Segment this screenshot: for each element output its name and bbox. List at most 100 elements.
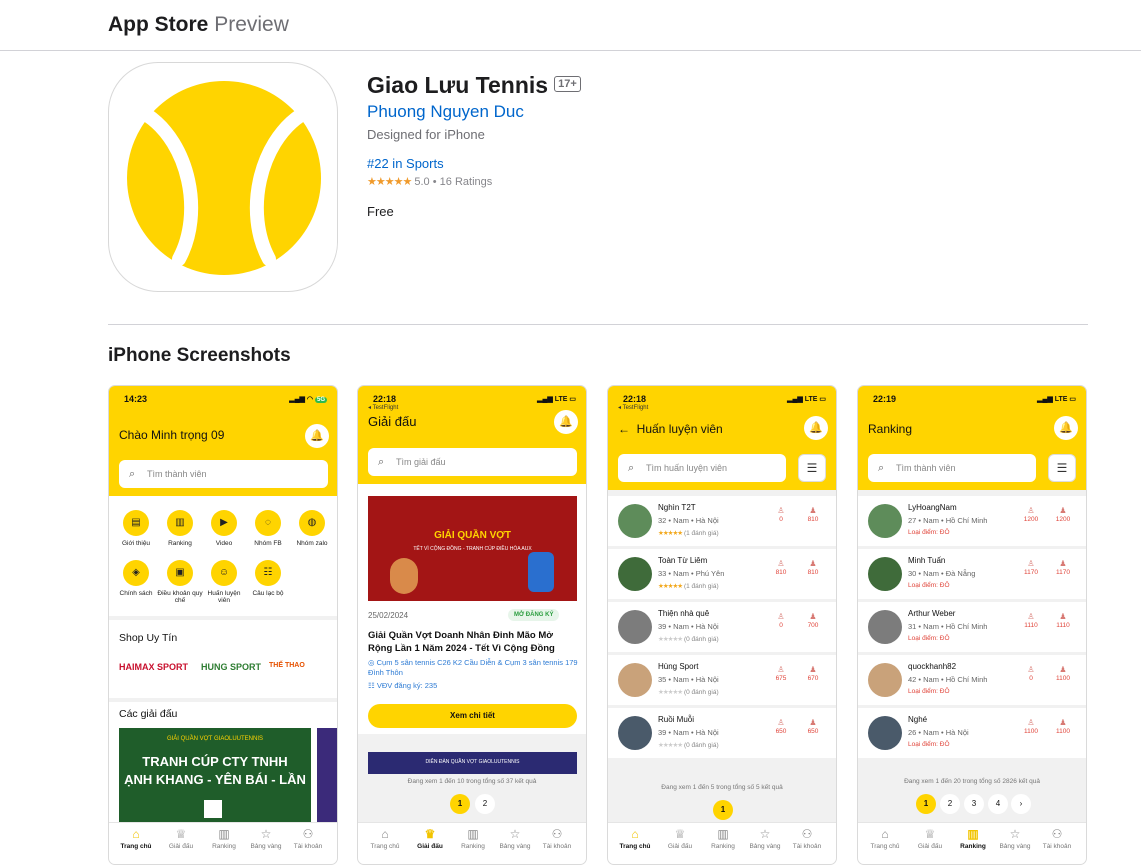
tab-bang-vang[interactable]: ☆ Bảng vàng <box>992 827 1038 850</box>
testflight-back[interactable]: ◂ TestFlight <box>368 404 398 411</box>
bell-icon[interactable]: 🔔 <box>804 416 828 440</box>
page-4[interactable]: 4 <box>988 794 1008 814</box>
screenshot-coaches[interactable]: 22:18 ▂▄▆ LTE ▭ ◂ TestFlight ← Huấn luyệ… <box>607 385 837 865</box>
search-input[interactable]: ⌕ Tìm thành viên <box>868 454 1036 482</box>
tab-label: Bảng vàng <box>749 843 781 850</box>
ranking-row[interactable]: Arthur Weber 31 • Nam • Hồ Chí Minh Loại đ… <box>858 602 1086 652</box>
page-1[interactable]: 1 <box>713 800 733 820</box>
qa-huan-luyen-vien[interactable]: ☺ Huấn luyện viên <box>201 560 247 604</box>
screenshot-home[interactable]: 14:23 ▂▄▆ ◠ 5G Chào Minh trọng 09 🔔 ⌕ Tìm… <box>108 385 338 865</box>
tab-ranking[interactable]: ▥ Ranking <box>950 827 996 850</box>
developer-link[interactable]: Phuong Nguyen Duc <box>367 102 524 122</box>
tab-tai-khoan[interactable]: ⚇ Tài khoản <box>285 827 331 850</box>
tab-bar: ⌂ Trang chủ ♕ Giải đấu ▥ Ranking ☆ Bảng vàng… <box>109 822 337 864</box>
info-icon: ▤ <box>123 510 149 536</box>
bell-icon[interactable]: 🔔 <box>1054 416 1078 440</box>
qa-video[interactable]: ▶ Video <box>201 510 247 547</box>
ranking-row[interactable]: Minh Tuấn 30 • Nam • Đà Nẵng Loại điểm: ĐÔ… <box>858 549 1086 599</box>
tab-bang-vang[interactable]: ☆ Bảng vàng <box>742 827 788 850</box>
coach-row[interactable]: Hùng Sport 35 • Nam • Hà Nội ★★★★★ (0 đánh… <box>608 655 836 705</box>
tab-trang-chu[interactable]: ⌂ Trang chủ <box>113 827 159 850</box>
score-value: 1100 <box>1056 675 1070 682</box>
screen-title: Ranking <box>868 422 913 436</box>
ranking-row[interactable]: Nghé 26 • Nam • Hà Nội Loại điểm: ĐÔ ♙ 1100 ♟… <box>858 708 1086 758</box>
search-input[interactable]: ⌕ Tìm thành viên <box>119 460 328 488</box>
ranking-row[interactable]: LyHoangNam 27 • Nam • Hồ Chí Minh Loại điể… <box>858 496 1086 546</box>
page-1[interactable]: 1 <box>450 794 470 814</box>
tab-giai-dau[interactable]: ♕ Giải đấu <box>907 827 953 850</box>
filter-icon[interactable]: ☰ <box>798 454 826 482</box>
page-3[interactable]: 3 <box>964 794 984 814</box>
sponsor-the-thao[interactable]: THẾ THAO <box>269 662 305 669</box>
search-input[interactable]: ⌕ Tìm giải đấu <box>368 448 577 476</box>
home-icon: ⌂ <box>381 827 389 841</box>
tab-giai-dau[interactable]: ♕ Giải đấu <box>657 827 703 850</box>
tab-label: Bảng vàng <box>999 843 1031 850</box>
filter-icon[interactable]: ☰ <box>1048 454 1076 482</box>
category-rank-link[interactable]: #22 in Sports <box>367 156 444 171</box>
tab-trang-chu[interactable]: ⌂ Trang chủ <box>612 827 658 850</box>
search-input[interactable]: ⌕ Tìm huấn luyện viên <box>618 454 786 482</box>
store-brand[interactable]: App Store Preview <box>108 13 289 37</box>
bar-chart-icon: ▥ <box>218 827 230 841</box>
ranking-row[interactable]: quockhanh82 42 • Nam • Hồ Chí Minh Loại đi… <box>858 655 1086 705</box>
tab-bar: ⌂ Trang chủ ♕ Giải đấu ▥ Ranking ☆ Bảng vàng… <box>608 822 836 864</box>
tab-bang-vang[interactable]: ☆ Bảng vàng <box>492 827 538 850</box>
next-tournament-banner[interactable]: DIỄN ĐÀN QUẦN VỢT GIAOLUUTENNIS <box>368 752 577 774</box>
coach-row[interactable]: Nghìn T2T 32 • Nam • Hà Nội ★★★★★ (1 đánh … <box>608 496 836 546</box>
tab-tai-khoan[interactable]: ⚇ Tài khoản <box>1034 827 1080 850</box>
coach-row[interactable]: Thiện nhà quê 39 • Nam • Hà Nội ★★★★★ (0 đ… <box>608 602 836 652</box>
person-icon: ♙ <box>1027 718 1035 727</box>
page-2[interactable]: 2 <box>475 794 495 814</box>
network-badge: 5G <box>314 397 327 403</box>
coach-row[interactable]: Toàn Từ Liêm 33 • Nam • Phú Yên ★★★★★ (1 đ… <box>608 549 836 599</box>
tab-ranking[interactable]: ▥ Ranking <box>450 827 496 850</box>
next-page-icon[interactable]: › <box>1011 794 1031 814</box>
avatar <box>868 716 902 750</box>
user-icon: ⚇ <box>551 827 563 841</box>
tournament-card[interactable]: GIẢI QUẦN VỢT TẾT VÌ CỘNG ĐỒNG - TRANH C… <box>358 484 586 734</box>
tournaments-title: Các giải đấu <box>119 708 178 720</box>
page-2[interactable]: 2 <box>940 794 960 814</box>
qa-cau-lac-bo[interactable]: ☷ Câu lạc bộ <box>245 560 291 597</box>
tab-label: Ranking <box>960 843 986 850</box>
page-1[interactable]: 1 <box>916 794 936 814</box>
tab-trang-chu[interactable]: ⌂ Trang chủ <box>862 827 908 850</box>
qa-chinh-sach[interactable]: ◈ Chính sách <box>113 560 159 597</box>
bell-icon[interactable]: 🔔 <box>305 424 329 448</box>
tab-trang-chu[interactable]: ⌂ Trang chủ <box>362 827 408 850</box>
detail-button[interactable]: Xem chi tiết <box>368 704 577 728</box>
rating-stars: ★★★★★ <box>367 176 412 188</box>
tournament-date: 25/02/2024 <box>368 611 409 620</box>
testflight-back[interactable]: ◂ TestFlight <box>618 404 648 411</box>
qa-dieu-khoan[interactable]: ▣ Điều khoản quy chế <box>157 560 203 604</box>
tab-giai-dau[interactable]: ♛ Giải đấu <box>407 827 453 850</box>
star-icon: ☆ <box>759 827 771 841</box>
qa-gioi-thieu[interactable]: ▤ Giới thiệu <box>113 510 159 547</box>
section-divider <box>108 324 1088 325</box>
screenshot-tournaments[interactable]: 22:18 ▂▄▆ LTE ▭ ◂ TestFlight Giải đấu 🔔 … <box>357 385 587 865</box>
avatar <box>618 610 652 644</box>
tab-bang-vang[interactable]: ☆ Bảng vàng <box>243 827 289 850</box>
sponsor-hung-sport[interactable]: HUNG SPORT <box>201 662 261 672</box>
sponsor-haimax[interactable]: HAIMAX SPORT <box>119 662 188 672</box>
qa-nhom-zalo[interactable]: ◍ Nhóm zalo <box>289 510 335 547</box>
score-value: 1110 <box>1056 622 1070 629</box>
score-double: ♟ 1100 <box>1048 665 1078 683</box>
tab-ranking[interactable]: ▥ Ranking <box>201 827 247 850</box>
tab-label: Ranking <box>711 843 735 850</box>
qa-ranking[interactable]: ▥ Ranking <box>157 510 203 547</box>
tab-ranking[interactable]: ▥ Ranking <box>700 827 746 850</box>
back-arrow-icon[interactable]: ← <box>618 422 630 436</box>
tournament-banner[interactable]: GIẢI QUẦN VỢT GIAOLUUTENNIS TRANH CÚP CT… <box>119 728 311 822</box>
bar-chart-icon: ▥ <box>717 827 729 841</box>
tab-giai-dau[interactable]: ♕ Giải đấu <box>158 827 204 850</box>
qa-nhom-fb[interactable]: ◌ Nhóm FB <box>245 510 291 547</box>
tab-tai-khoan[interactable]: ⚇ Tài khoản <box>784 827 830 850</box>
screenshot-ranking[interactable]: 22:19 ▂▄▆ LTE ▭ Ranking 🔔 ⌕ Tìm thành vi… <box>857 385 1087 865</box>
coach-row[interactable]: Ruồi Muỗi 39 • Nam • Hà Nội ★★★★★ (0 đánh … <box>608 708 836 758</box>
bell-icon[interactable]: 🔔 <box>554 410 578 434</box>
qa-label: Chính sách <box>119 590 153 597</box>
tab-tai-khoan[interactable]: ⚇ Tài khoản <box>534 827 580 850</box>
tournament-banner-next[interactable] <box>317 728 337 822</box>
